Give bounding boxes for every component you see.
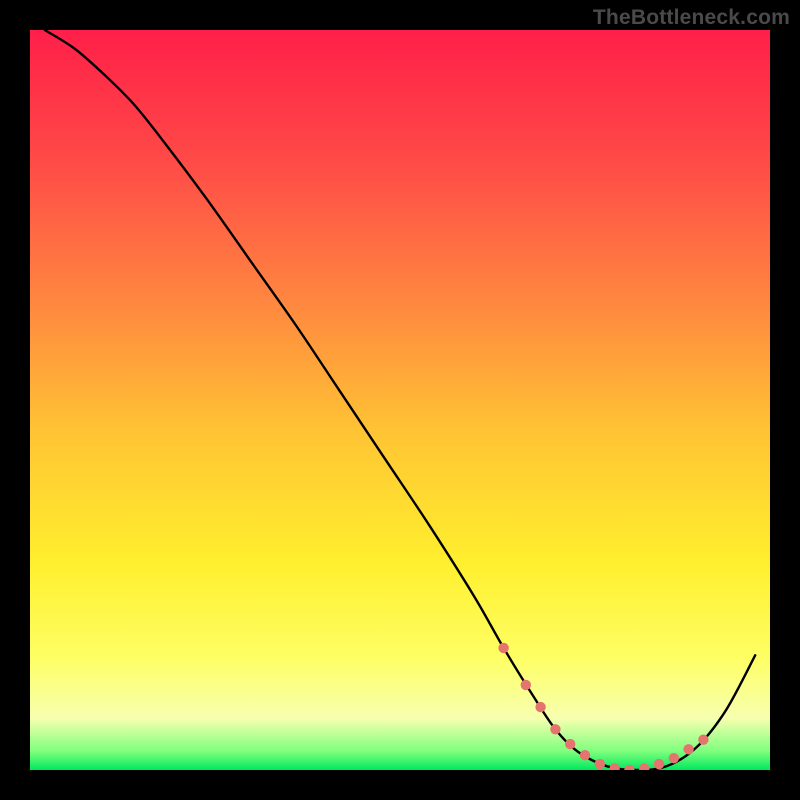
- highlight-dot: [565, 739, 575, 749]
- highlight-dot: [550, 724, 560, 734]
- highlight-dot: [654, 759, 664, 769]
- gradient-background: [30, 30, 770, 770]
- highlight-dot: [683, 744, 693, 754]
- highlight-dot: [669, 753, 679, 763]
- chart-stage: TheBottleneck.com: [0, 0, 800, 800]
- highlight-dot: [521, 680, 531, 690]
- highlight-dot: [639, 763, 649, 773]
- bottleneck-chart: [0, 0, 800, 800]
- highlight-dot: [580, 750, 590, 760]
- watermark-label: TheBottleneck.com: [593, 6, 790, 30]
- highlight-dot: [535, 702, 545, 712]
- highlight-dot: [624, 765, 634, 775]
- highlight-dot: [595, 759, 605, 769]
- highlight-dot: [498, 643, 508, 653]
- highlight-dot: [609, 763, 619, 773]
- highlight-dot: [698, 734, 708, 744]
